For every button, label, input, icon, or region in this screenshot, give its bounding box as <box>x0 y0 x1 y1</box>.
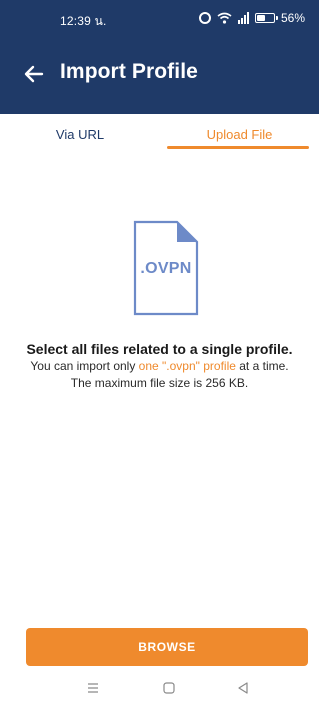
instructions-line-2: The maximum file size is 256 KB. <box>70 376 249 390</box>
battery-percent: 56% <box>280 11 305 25</box>
status-icons: 56% <box>198 11 305 25</box>
browse-button[interactable]: BROWSE <box>26 628 308 666</box>
alarm-icon <box>198 12 211 24</box>
home-icon[interactable] <box>160 679 178 697</box>
signal-icon <box>237 12 249 24</box>
tab-indicator <box>167 146 309 149</box>
arrow-left-icon[interactable] <box>22 62 46 86</box>
tab-via-url[interactable]: Via URL <box>0 114 160 154</box>
tab-label: Upload File <box>206 126 273 142</box>
instructions: Select all files related to a single pro… <box>0 340 319 392</box>
file-type-label: .OVPN <box>140 260 192 277</box>
wifi-icon <box>217 12 232 24</box>
instructions-text: at a time. <box>235 359 289 373</box>
instructions-text: You can import only <box>30 359 139 373</box>
battery-icon <box>254 13 278 23</box>
back-triangle-icon[interactable] <box>234 679 252 697</box>
page-title: Import Profile <box>60 60 198 83</box>
status-time: 12:39 น. <box>60 14 107 28</box>
status-bar: 12:39 น. 56% <box>0 0 319 40</box>
app-bar: Import Profile <box>0 40 319 114</box>
instructions-highlight: one ".ovpn" profile <box>138 359 236 373</box>
instructions-line-1: You can import only one ".ovpn" profile … <box>0 358 319 375</box>
battery-level <box>256 15 266 21</box>
tab-label: Via URL <box>55 126 105 142</box>
menu-icon[interactable] <box>84 679 102 697</box>
system-nav-bar <box>0 676 319 700</box>
instructions-heading: Select all files related to a single pro… <box>26 341 293 357</box>
